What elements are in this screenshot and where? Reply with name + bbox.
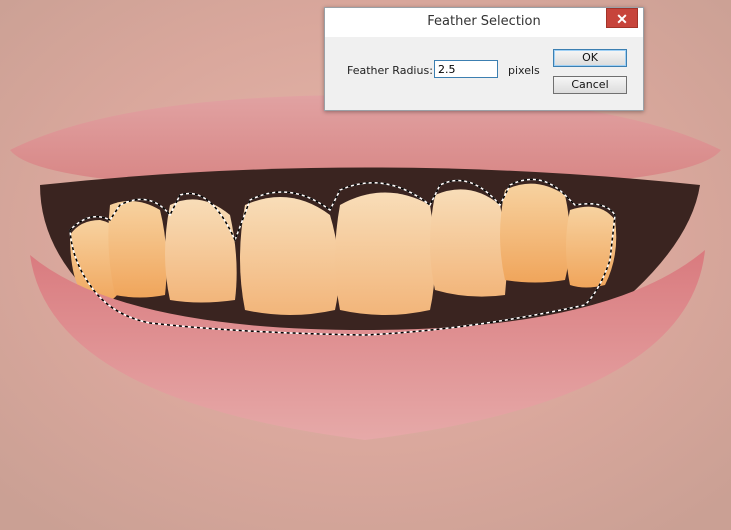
dialog-body: Feather Radius: pixels OK Cancel <box>325 37 643 110</box>
feather-selection-dialog: Feather Selection ✕ Feather Radius: pixe… <box>324 7 644 111</box>
pixels-unit-label: pixels <box>508 64 540 77</box>
dialog-title: Feather Selection <box>427 14 541 29</box>
feather-radius-input[interactable] <box>434 60 498 78</box>
ok-button[interactable]: OK <box>553 49 627 67</box>
close-icon: ✕ <box>616 11 628 27</box>
dialog-titlebar[interactable]: Feather Selection ✕ <box>325 8 643 37</box>
feather-radius-label: Feather Radius: <box>347 64 433 77</box>
cancel-button[interactable]: Cancel <box>553 76 627 94</box>
close-button[interactable]: ✕ <box>606 8 638 28</box>
